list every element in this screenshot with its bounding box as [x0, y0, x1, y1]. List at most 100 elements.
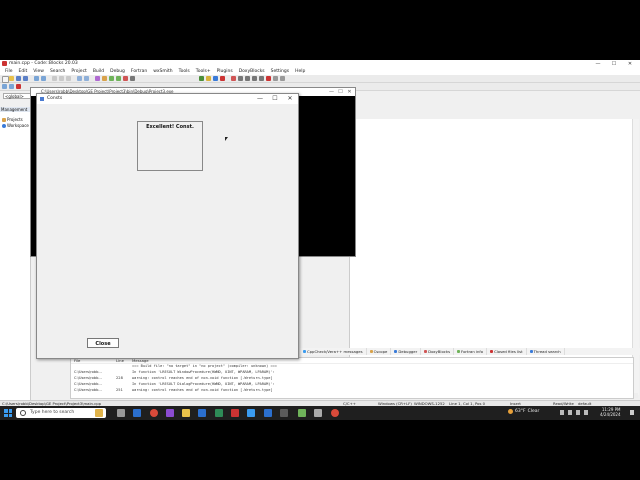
- find-icon[interactable]: [77, 76, 82, 81]
- menu-edit[interactable]: Edit: [16, 68, 31, 75]
- console-minimize-button[interactable]: —: [327, 88, 336, 96]
- app-icon-red[interactable]: [331, 409, 339, 417]
- step-out-icon[interactable]: [245, 76, 250, 81]
- log-row[interactable]: C:\Users\robb... 251 warning: control re…: [71, 388, 633, 393]
- open-folder-icon[interactable]: [9, 76, 14, 81]
- rebuild-icon[interactable]: [213, 76, 218, 81]
- menu-doxyblocks[interactable]: DoxyBlocks: [236, 68, 268, 75]
- file-explorer-icon[interactable]: [182, 409, 190, 417]
- taskbar-search-input[interactable]: Type here to search: [16, 408, 106, 418]
- app-icon-purple[interactable]: [166, 409, 174, 417]
- next-line-icon[interactable]: [252, 76, 257, 81]
- tab-thread-search[interactable]: Thread search: [527, 348, 565, 355]
- log-row[interactable]: C:\Users\robb... In function 'LRESULT Di…: [71, 382, 633, 387]
- dialog-maximize-button[interactable]: ☐: [268, 94, 282, 104]
- menu-help[interactable]: Help: [292, 68, 308, 75]
- log-file: [71, 364, 116, 369]
- paste-icon[interactable]: [66, 76, 71, 81]
- log-file: C:\Users\robb...: [74, 376, 102, 380]
- save-icon[interactable]: [16, 76, 21, 81]
- tab-cscope[interactable]: Cscope: [367, 348, 392, 355]
- dialog-minimize-button[interactable]: —: [253, 94, 267, 104]
- volume-icon[interactable]: [576, 410, 580, 415]
- app-icon-blue[interactable]: [247, 409, 255, 417]
- menu-view[interactable]: View: [30, 68, 47, 75]
- highlight-icon[interactable]: [123, 76, 128, 81]
- replace-icon[interactable]: [84, 76, 89, 81]
- save-all-icon[interactable]: [23, 76, 28, 81]
- edge-icon[interactable]: [133, 409, 141, 417]
- console-taskbar-icon[interactable]: [280, 409, 288, 417]
- tree-item-projects[interactable]: Projects: [2, 117, 23, 122]
- stop-debug-icon[interactable]: [266, 76, 271, 81]
- app-icon-green[interactable]: [298, 409, 306, 417]
- new-file-icon[interactable]: [2, 76, 9, 83]
- app-icon-gray[interactable]: [314, 409, 322, 417]
- log-row[interactable]: === Build file: "no target" in "no proje…: [71, 364, 633, 369]
- jump-icon[interactable]: [130, 76, 135, 81]
- select-icon[interactable]: [116, 76, 121, 81]
- cut-icon[interactable]: [52, 76, 57, 81]
- system-clock[interactable]: 11:29 PM 4/24/2024: [600, 407, 621, 417]
- codeblocks-taskbar-icon[interactable]: [231, 409, 239, 417]
- debug-icon[interactable]: [231, 76, 236, 81]
- stop-icon[interactable]: [16, 84, 21, 89]
- build-run-icon[interactable]: [206, 76, 211, 81]
- copy-icon[interactable]: [59, 76, 64, 81]
- clock-date: 4/24/2024: [600, 412, 621, 417]
- tab-cppcheck[interactable]: CppCheck/Vera++ messages: [300, 348, 367, 355]
- console-maximize-button[interactable]: ☐: [336, 88, 345, 96]
- debug-info-icon[interactable]: [280, 76, 285, 81]
- abort-icon[interactable]: [220, 76, 225, 81]
- zoom-icon[interactable]: [109, 76, 114, 81]
- task-view-icon[interactable]: [117, 409, 125, 417]
- menu-build[interactable]: Build: [90, 68, 107, 75]
- dialog-titlebar[interactable]: Consts — ☐ ✕: [37, 94, 298, 104]
- search-highlight-icon[interactable]: [95, 409, 103, 417]
- dialog-close-button[interactable]: ✕: [283, 94, 297, 104]
- undo-icon[interactable]: [34, 76, 39, 81]
- run-icon[interactable]: [199, 76, 204, 81]
- tab-closed-files[interactable]: Closed files list: [487, 348, 527, 355]
- weather-widget[interactable]: 63°F Clear: [508, 409, 539, 414]
- chrome-icon[interactable]: [150, 409, 158, 417]
- menu-fortran[interactable]: Fortran: [128, 68, 150, 75]
- console-close-button[interactable]: ✕: [345, 88, 354, 96]
- menu-project[interactable]: Project: [68, 68, 89, 75]
- notification-icon[interactable]: [630, 410, 634, 415]
- tab-doxyblocks[interactable]: DoxyBlocks: [421, 348, 455, 355]
- log-row[interactable]: C:\Users\robb... 228 warning: control re…: [71, 376, 633, 381]
- ide-minimize-button[interactable]: —: [592, 60, 604, 68]
- start-button[interactable]: [4, 409, 12, 417]
- menu-plugins[interactable]: Plugins: [214, 68, 236, 75]
- match-brace-icon[interactable]: [95, 76, 100, 81]
- excel-icon[interactable]: [215, 409, 223, 417]
- next-instruction-icon[interactable]: [259, 76, 264, 81]
- bookmark-icon[interactable]: [102, 76, 107, 81]
- network-icon[interactable]: [568, 410, 572, 415]
- menu-file[interactable]: File: [2, 68, 16, 75]
- tab-fortran-info[interactable]: Fortran info: [454, 348, 488, 355]
- step-into-icon[interactable]: [238, 76, 243, 81]
- menu-debug[interactable]: Debug: [107, 68, 128, 75]
- close-button[interactable]: Close: [87, 338, 119, 348]
- word-icon[interactable]: [198, 409, 206, 417]
- tree-item-workspace[interactable]: Workspace: [2, 123, 29, 128]
- nav-back-icon[interactable]: [2, 84, 7, 89]
- scope-selector[interactable]: <global>: [3, 93, 33, 99]
- menu-tools-plus[interactable]: Tools+: [193, 68, 214, 75]
- ide-maximize-button[interactable]: ☐: [608, 60, 620, 68]
- menu-tools[interactable]: Tools: [176, 68, 193, 75]
- nav-forward-icon[interactable]: [9, 84, 14, 89]
- tab-debugger[interactable]: Debugger: [391, 348, 422, 355]
- app-icon-dark-blue[interactable]: [264, 409, 272, 417]
- menu-settings[interactable]: Settings: [268, 68, 292, 75]
- log-row[interactable]: C:\Users\robb... In function 'LRESULT Wi…: [71, 370, 633, 375]
- battery-icon[interactable]: [584, 410, 588, 415]
- debug-windows-icon[interactable]: [273, 76, 278, 81]
- menu-search[interactable]: Search: [47, 68, 68, 75]
- tray-overflow-icon[interactable]: [560, 410, 564, 415]
- ide-close-button[interactable]: ✕: [624, 60, 636, 68]
- menu-wxsmith[interactable]: wxSmith: [150, 68, 175, 75]
- redo-icon[interactable]: [41, 76, 46, 81]
